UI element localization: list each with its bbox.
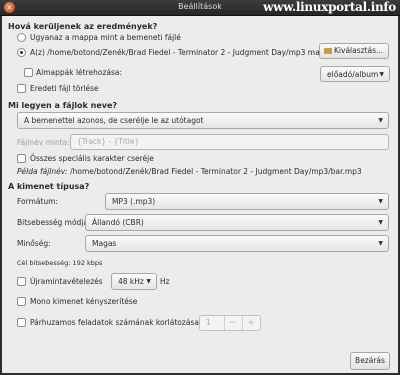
delete-original-label: Eredeti fájl törlése	[30, 84, 99, 93]
choose-folder-button[interactable]: Kiválasztás...	[319, 43, 389, 59]
example-label: Példa fájlnév:	[17, 167, 68, 176]
chevron-down-icon: ▼	[378, 219, 383, 226]
bitrate-mode-value: Állandó (CBR)	[92, 218, 144, 227]
resample-rate-dropdown[interactable]: 48 kHz ▼	[111, 273, 157, 290]
pattern-label: Fájlnév minta:	[17, 138, 70, 147]
output-location-heading: Hová kerüljenek az eredmények?	[8, 22, 158, 31]
preferences-dialog: Hová kerüljenek az eredmények? Ugyanaz a…	[2, 16, 398, 373]
output-type-heading: A kimenet típusa?	[8, 182, 90, 191]
format-value: MP3 (.mp3)	[112, 197, 156, 206]
bitrate-mode-label: Bitsebesség módja:	[17, 218, 91, 227]
naming-mode-value: A bemenettel azonos, de cserélje le az u…	[24, 116, 204, 125]
force-mono-checkbox[interactable]	[17, 297, 26, 306]
chevron-down-icon: ▼	[146, 278, 151, 285]
quality-label: Minőség:	[17, 239, 51, 248]
force-mono-label: Mono kimenet kényszerítése	[30, 297, 138, 306]
subfolder-pattern-dropdown[interactable]: előadó/album ▼	[320, 66, 390, 82]
format-label: Formátum:	[17, 197, 59, 206]
resample-rate-value: 48 kHz	[118, 277, 144, 286]
chevron-down-icon: ▼	[378, 240, 383, 247]
resample-label: Újramintavételezés	[30, 277, 103, 286]
same-folder-label: Ugyanaz a mappa mint a bemeneti fájlé	[30, 33, 181, 42]
example-value: /home/botond/Zenék/Brad Fiedel - Termina…	[70, 167, 362, 176]
naming-mode-dropdown[interactable]: A bemenettel azonos, de cserélje le az u…	[17, 112, 389, 129]
replace-special-checkbox[interactable]	[17, 154, 26, 163]
limit-parallel-checkbox[interactable]	[17, 318, 26, 327]
limit-parallel-label: Párhuzamos feladatok számának korlátozás…	[30, 318, 199, 327]
parallel-jobs-spinner[interactable]: 1 − +	[199, 315, 261, 331]
folder-icon	[324, 48, 332, 54]
resample-checkbox[interactable]	[17, 277, 26, 286]
close-button[interactable]: Bezárás	[350, 352, 390, 370]
quality-value: Magas	[92, 239, 117, 248]
create-subfolders-checkbox[interactable]	[24, 68, 33, 77]
same-folder-radio[interactable]	[17, 33, 26, 42]
chevron-down-icon: ▼	[378, 198, 383, 205]
title-bar: × Beállítások www.linuxportal.info	[0, 0, 400, 16]
increment-icon[interactable]: +	[242, 316, 259, 330]
decrement-icon[interactable]: −	[224, 316, 241, 330]
replace-special-label: Összes speciális karakter cseréje	[30, 154, 154, 163]
specific-folder-radio[interactable]	[17, 48, 26, 57]
filename-pattern-input[interactable]: {Track} - {Title}	[70, 134, 389, 150]
chevron-down-icon: ▼	[378, 117, 383, 124]
filename-heading: Mi legyen a fájlok neve?	[8, 101, 118, 110]
filename-pattern-placeholder: {Track} - {Title}	[77, 137, 140, 146]
bitrate-mode-dropdown[interactable]: Állandó (CBR) ▼	[85, 214, 389, 231]
target-bitrate-text: Cél bitsebesség: 192 kbps	[17, 259, 103, 267]
delete-original-checkbox[interactable]	[17, 84, 26, 93]
specific-folder-label: A(z) /home/botond/Zenék/Brad Fiedel - Te…	[30, 48, 344, 57]
quality-dropdown[interactable]: Magas ▼	[85, 235, 389, 252]
chevron-down-icon: ▼	[379, 71, 384, 78]
format-dropdown[interactable]: MP3 (.mp3) ▼	[105, 193, 389, 210]
resample-unit: Hz	[160, 277, 170, 286]
create-subfolders-label: Almappák létrehozása:	[36, 68, 123, 77]
example-filename: Példa fájlnév: /home/botond/Zenék/Brad F…	[17, 167, 362, 176]
watermark: www.linuxportal.info	[263, 0, 396, 14]
subfolder-pattern-value: előadó/album	[327, 70, 379, 79]
parallel-jobs-value: 1	[206, 318, 211, 327]
choose-folder-label: Kiválasztás...	[334, 46, 384, 55]
